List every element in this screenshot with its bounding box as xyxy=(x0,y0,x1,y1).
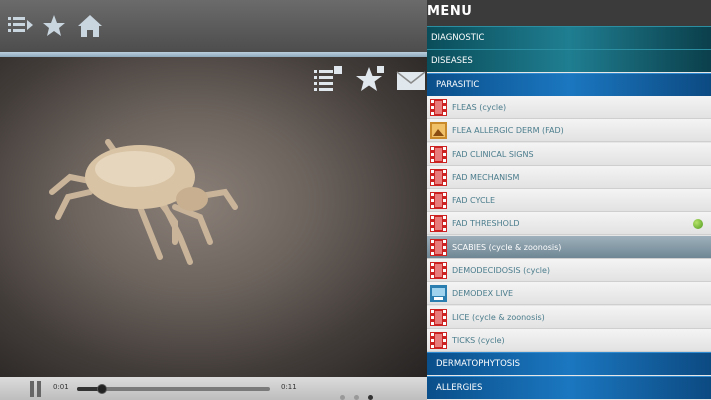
category-parasitic[interactable]: PARASITIC xyxy=(427,72,711,96)
image-thumb-icon xyxy=(430,122,447,140)
star-icon[interactable] xyxy=(41,14,67,38)
menu-item-label: DEMODEX LIVE xyxy=(452,289,513,299)
menu-item[interactable]: FLEA ALLERGIC DERM (FAD) xyxy=(427,119,711,143)
mite-illustration xyxy=(49,139,238,265)
app-window: 0:01 0:11 MENU DIAGNOSTIC DISEASES PARASIT… xyxy=(0,0,711,400)
menu-item[interactable]: FAD CYCLE xyxy=(427,189,711,213)
menu-header: MENU xyxy=(427,0,711,26)
top-toolbar xyxy=(0,0,427,52)
category-allergies[interactable]: ALLERGIES xyxy=(427,375,711,399)
menu-item[interactable]: TICKS (cycle) xyxy=(427,328,711,352)
page-dot[interactable] xyxy=(368,395,373,400)
current-time: 0:01 xyxy=(53,383,69,391)
page-indicator xyxy=(340,385,382,400)
menu-item[interactable]: FAD MECHANISM xyxy=(427,165,711,189)
video-thumb-icon xyxy=(430,168,447,186)
home-icon[interactable] xyxy=(77,14,103,38)
video-thumb-icon xyxy=(430,331,447,349)
menu-item[interactable]: DEMODECIDOSIS (cycle) xyxy=(427,259,711,282)
video-thumb-icon xyxy=(430,308,447,326)
video-thumb-icon xyxy=(430,238,447,256)
category-diseases[interactable]: DISEASES xyxy=(427,49,711,73)
menu-item-label: FAD THRESHOLD xyxy=(452,219,520,229)
menu-item-label: LICE (cycle & zoonosis) xyxy=(452,312,545,322)
menu-item-label: DEMODECIDOSIS (cycle) xyxy=(452,266,551,275)
menu-item-label: FAD CLINICAL SIGNS xyxy=(452,149,534,159)
video-panel: 0:01 0:11 xyxy=(0,0,427,400)
live-thumb-icon xyxy=(430,285,447,303)
duration-time: 0:11 xyxy=(281,383,297,391)
menu-panel: MENU DIAGNOSTIC DISEASES PARASITIC FLEAS (c… xyxy=(427,0,711,400)
menu-item-label: FAD CYCLE xyxy=(452,196,496,206)
seek-handle[interactable] xyxy=(97,384,108,394)
player-controls: 0:01 0:11 xyxy=(0,377,427,400)
menu-item-label: FLEA ALLERGIC DERM (FAD) xyxy=(452,126,564,136)
menu-item[interactable]: SCABIES (cycle & zoonosis) xyxy=(427,235,711,259)
mail-icon[interactable] xyxy=(396,65,426,93)
menu-item-label: FLEAS (cycle) xyxy=(452,102,507,112)
page-dot[interactable] xyxy=(354,395,359,400)
status-dot-icon xyxy=(693,219,703,230)
video-thumb-icon xyxy=(430,145,447,163)
category-dermatophytosis[interactable]: DERMATOPHYTOSIS xyxy=(427,352,711,376)
menu-item[interactable]: FAD THRESHOLD xyxy=(427,212,711,236)
video-thumb-icon xyxy=(430,98,447,116)
video-thumb-icon xyxy=(430,215,447,233)
video-thumb-icon xyxy=(430,262,447,279)
seek-bar[interactable] xyxy=(77,384,270,394)
video-thumb-icon xyxy=(430,192,447,210)
menu-item-label: SCABIES (cycle & zoonosis) xyxy=(452,242,562,252)
menu-item[interactable]: LICE (cycle & zoonosis) xyxy=(427,305,711,329)
menu-title: MENU xyxy=(427,4,473,19)
menu-item-label: FAD MECHANISM xyxy=(452,172,520,182)
category-diagnostic[interactable]: DIAGNOSTIC xyxy=(427,26,711,49)
menu-item[interactable]: FLEAS (cycle) xyxy=(427,95,711,119)
favorite-add-icon[interactable] xyxy=(355,65,385,93)
video-player[interactable] xyxy=(0,57,427,377)
page-dot[interactable] xyxy=(340,395,345,400)
playlist-icon[interactable] xyxy=(7,14,33,38)
menu-item[interactable]: FAD CLINICAL SIGNS xyxy=(427,142,711,166)
menu-item-label: TICKS (cycle) xyxy=(452,335,505,345)
pause-button[interactable] xyxy=(30,381,42,397)
menu-item[interactable]: DEMODEX LIVE xyxy=(427,282,711,306)
playlist-add-icon[interactable] xyxy=(313,65,343,93)
